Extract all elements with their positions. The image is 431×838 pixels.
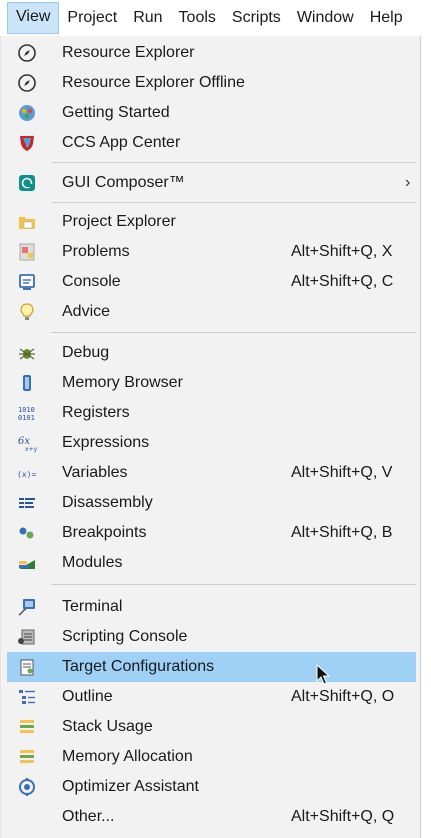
menu-item-memory-browser[interactable]: Memory Browser: [7, 368, 416, 398]
shortcut-text: Alt+Shift+Q, C: [291, 273, 394, 290]
menu-item-label: Disassembly: [62, 494, 153, 511]
bug-icon: [19, 348, 35, 360]
scripting-console-icon: [18, 629, 35, 645]
menu-item-label: Advice: [62, 303, 111, 320]
menu-item-label: Resource Explorer: [62, 44, 195, 61]
expressions-icon: 6x x+y: [18, 436, 37, 453]
menu-item-variables[interactable]: (x)= Variables Alt+Shift+Q, V: [7, 458, 416, 488]
menu-item-label: Problems: [62, 243, 130, 260]
breakpoints-icon: [19, 527, 34, 539]
menu-item-label: Memory Browser: [62, 374, 183, 391]
getting-started-icon: [19, 105, 35, 121]
menu-item-gui-composer[interactable]: GUI Composer™ ›: [7, 168, 416, 198]
menu-view[interactable]: View: [7, 2, 60, 34]
menu-item-registers[interactable]: 1010 0101 Registers: [7, 398, 416, 428]
menu-item-expressions[interactable]: 6x x+y Expressions: [7, 428, 416, 458]
menu-run[interactable]: Run: [125, 3, 170, 33]
console-icon: [19, 274, 35, 290]
menu-item-label: GUI Composer™: [62, 174, 185, 191]
menu-item-outline[interactable]: Outline Alt+Shift+Q, O: [7, 682, 416, 712]
view-dropdown-menu: Resource Explorer Resource Explorer Offl…: [0, 36, 421, 838]
menu-item-label: CCS App Center: [62, 134, 181, 151]
optimizer-icon: [19, 778, 35, 796]
menu-item-label: Target Configurations: [62, 658, 215, 675]
menu-separator: [51, 202, 416, 203]
menu-item-resource-explorer-offline[interactable]: Resource Explorer Offline: [7, 68, 416, 98]
menu-item-label: Other...: [62, 808, 115, 825]
svg-text:0101: 0101: [18, 414, 35, 422]
menu-item-problems[interactable]: Problems Alt+Shift+Q, X: [7, 237, 416, 267]
menu-item-label: Getting Started: [62, 104, 170, 121]
menu-item-label: Scripting Console: [62, 628, 188, 645]
compass-icon: [18, 44, 36, 62]
menu-item-modules[interactable]: Modules: [7, 548, 416, 578]
variables-icon: (x)=: [17, 470, 36, 479]
menu-separator: [51, 332, 416, 333]
menu-item-label: Registers: [62, 404, 130, 421]
memory-allocation-icon: [20, 750, 34, 763]
svg-text:x+y: x+y: [25, 446, 37, 453]
menu-item-label: Modules: [62, 554, 123, 571]
menu-item-getting-started[interactable]: Getting Started: [7, 98, 416, 128]
menu-tools[interactable]: Tools: [171, 3, 224, 33]
menu-window[interactable]: Window: [289, 3, 362, 33]
menu-bar: View Project Run Tools Scripts Window He…: [0, 0, 431, 36]
svg-text:(x)=: (x)=: [17, 470, 36, 479]
menu-item-terminal[interactable]: Terminal: [7, 592, 416, 622]
terminal-icon: [18, 599, 35, 616]
menu-item-resource-explorer[interactable]: Resource Explorer: [7, 38, 416, 68]
folder-icon: [19, 217, 35, 229]
menu-item-label: Breakpoints: [62, 524, 147, 541]
menu-item-other[interactable]: Other... Alt+Shift+Q, Q: [7, 802, 416, 832]
menu-item-advice[interactable]: Advice: [7, 297, 416, 327]
menu-item-label: Debug: [62, 344, 110, 361]
menu-item-memory-allocation[interactable]: Memory Allocation: [7, 742, 416, 772]
shortcut-text: Alt+Shift+Q, X: [291, 243, 393, 260]
shortcut-text: Alt+Shift+Q, V: [291, 464, 393, 481]
menu-item-console[interactable]: Console Alt+Shift+Q, C: [7, 267, 416, 297]
menu-scripts[interactable]: Scripts: [224, 3, 289, 33]
menu-item-ccs-app-center[interactable]: CCS App Center: [7, 128, 416, 158]
menu-item-optimizer-assistant[interactable]: Optimizer Assistant: [7, 772, 416, 802]
problems-icon: [19, 243, 35, 261]
menu-item-label: Console: [62, 273, 121, 290]
target-config-icon: [20, 659, 34, 676]
menu-item-project-explorer[interactable]: Project Explorer: [7, 207, 416, 237]
outline-icon: [19, 690, 35, 704]
shortcut-text: Alt+Shift+Q, Q: [291, 808, 395, 825]
svg-text:1010: 1010: [18, 406, 35, 414]
menu-item-label: Resource Explorer Offline: [62, 74, 245, 91]
menu-item-breakpoints[interactable]: Breakpoints Alt+Shift+Q, B: [7, 518, 416, 548]
menu-item-scripting-console[interactable]: Scripting Console: [7, 622, 416, 652]
compass-icon: [18, 74, 36, 92]
menu-item-label: Outline: [62, 688, 113, 705]
shortcut-text: Alt+Shift+Q, B: [291, 524, 393, 541]
stack-usage-icon: [20, 720, 34, 733]
menu-item-label: Variables: [62, 464, 128, 481]
memory-icon: [23, 375, 31, 391]
menu-item-label: Memory Allocation: [62, 748, 193, 765]
gui-composer-icon: [19, 175, 35, 191]
menu-item-disassembly[interactable]: Disassembly: [7, 488, 416, 518]
chevron-right-icon: ›: [405, 174, 411, 191]
app-center-icon: [20, 136, 34, 151]
menu-item-label: Terminal: [62, 598, 123, 615]
menu-separator: [51, 162, 416, 163]
lightbulb-icon: [20, 303, 34, 320]
menu-item-label: Optimizer Assistant: [62, 778, 199, 795]
menu-item-label: Stack Usage: [62, 718, 153, 735]
menu-help[interactable]: Help: [362, 3, 411, 33]
registers-icon: 1010 0101: [18, 406, 35, 422]
menu-separator: [51, 584, 416, 585]
menu-item-stack-usage[interactable]: Stack Usage: [7, 712, 416, 742]
menu-item-debug[interactable]: Debug: [7, 338, 416, 368]
menu-item-label: Expressions: [62, 434, 150, 451]
disassembly-icon: [19, 498, 35, 508]
menu-item-target-configurations[interactable]: Target Configurations: [7, 652, 416, 682]
menu-project[interactable]: Project: [59, 3, 125, 33]
shortcut-text: Alt+Shift+Q, O: [291, 688, 395, 705]
menu-item-label: Project Explorer: [62, 213, 176, 230]
mouse-pointer-icon: [316, 664, 331, 685]
modules-icon: [19, 560, 35, 569]
